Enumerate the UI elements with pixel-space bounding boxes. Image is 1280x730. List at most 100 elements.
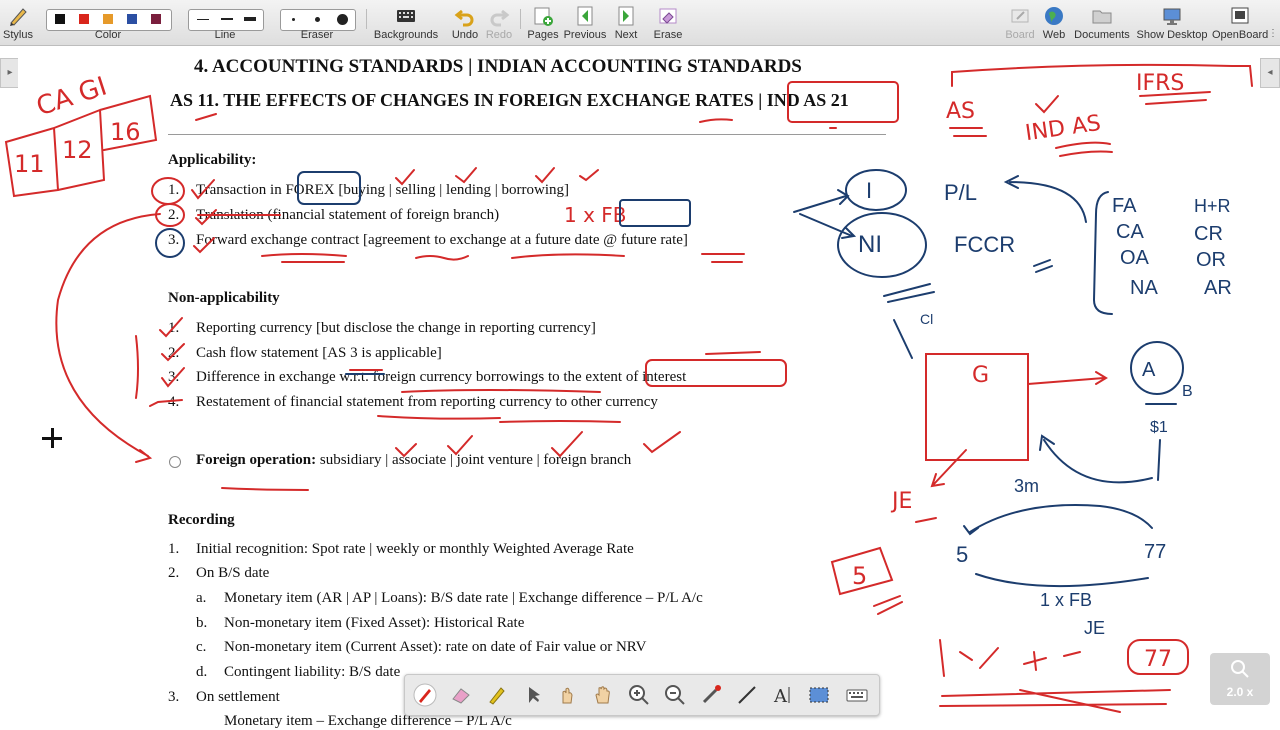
right-panel-toggle[interactable]: ◂	[1260, 58, 1280, 88]
openboard-menu-button[interactable]: OpenBoard	[1212, 0, 1268, 45]
bullet-icon	[169, 456, 181, 468]
zoom-in-tool-icon[interactable]	[627, 683, 651, 707]
list-number: 3.	[168, 232, 180, 248]
list-number: 4.	[168, 394, 180, 410]
tools-palette: A	[404, 674, 880, 716]
keyboard-grid-icon	[397, 10, 415, 22]
toolbar-separator	[520, 9, 521, 29]
capture-tool-icon[interactable]	[807, 683, 831, 707]
eraser-size-picker[interactable]: Eraser	[278, 0, 356, 45]
foreign-operation-label: Foreign operation:	[196, 452, 317, 468]
color-swatch-blue[interactable]	[127, 14, 137, 24]
show-desktop-button[interactable]: Show Desktop	[1134, 0, 1210, 45]
color-palette	[46, 9, 172, 31]
color-swatch-black[interactable]	[55, 14, 65, 24]
pen-tool-icon[interactable]	[413, 683, 437, 707]
list-number: 1.	[168, 541, 180, 557]
documents-button[interactable]: Documents	[1072, 0, 1132, 45]
list-item: On settlement	[196, 689, 280, 705]
magnifier-icon	[1231, 660, 1249, 678]
previous-page-button[interactable]: Previous	[562, 0, 608, 45]
subtitle-left: AS 11. THE EFFECTS OF CHANGES IN FOREIGN…	[170, 90, 763, 110]
pages-button[interactable]: Pages	[524, 0, 562, 45]
line-thick-option[interactable]	[244, 17, 256, 21]
zoom-indicator[interactable]: 2.0 x	[1210, 653, 1270, 705]
previous-page-icon	[577, 6, 593, 26]
list-item: Restatement of financial statement from …	[196, 394, 658, 410]
toolbar-separator	[366, 9, 367, 29]
next-page-button[interactable]: Next	[608, 0, 644, 45]
main-toolbar: Stylus Color Line Eraser Backgrounds Und…	[0, 0, 1280, 46]
list-item: Translation (financial statement of fore…	[196, 207, 500, 223]
folder-icon	[1092, 10, 1112, 24]
stylus-icon	[10, 8, 27, 26]
list-number: c.	[196, 639, 207, 655]
next-page-icon	[618, 6, 634, 26]
selector-tool-icon[interactable]	[521, 683, 545, 707]
highlighter-tool-icon[interactable]	[485, 683, 509, 707]
list-item: Cash flow statement [AS 3 is applicable]	[196, 345, 442, 361]
list-item: Forward exchange contract [agreement to …	[196, 232, 688, 248]
color-swatch-orange[interactable]	[103, 14, 113, 24]
list-item: Reporting currency [but disclose the cha…	[196, 320, 596, 336]
list-item: On B/S date	[196, 565, 270, 581]
list-number: 3.	[168, 689, 180, 705]
list-number: 2.	[168, 207, 180, 223]
board-button[interactable]: Board	[1002, 0, 1038, 45]
text-tool-icon[interactable]: A	[771, 683, 795, 707]
virtual-keyboard-icon[interactable]	[845, 683, 869, 707]
hand-pan-tool-icon[interactable]	[591, 683, 615, 707]
list-number: 2.	[168, 345, 180, 361]
play-hand-tool-icon[interactable]	[555, 683, 579, 707]
monitor-icon	[1163, 8, 1181, 25]
list-number: 2.	[168, 565, 180, 581]
list-number: 1.	[168, 182, 180, 198]
board-icon	[1011, 9, 1029, 23]
line-thin-option[interactable]	[197, 19, 209, 20]
web-button[interactable]: Web	[1040, 0, 1068, 45]
zoom-level: 2.0 x	[1226, 685, 1254, 699]
redo-icon	[490, 9, 510, 27]
window-menu-icon[interactable]: ⋮⋮	[1268, 28, 1280, 39]
list-number: d.	[196, 664, 208, 680]
eraser-medium-option[interactable]	[315, 17, 320, 22]
color-swatch-red[interactable]	[79, 14, 89, 24]
list-number: 3.	[168, 369, 180, 385]
undo-button[interactable]: Undo	[448, 0, 482, 45]
color-swatch-maroon[interactable]	[151, 14, 161, 24]
list-number: b.	[196, 615, 208, 631]
subtitle-right: IND AS 21	[766, 90, 849, 110]
page-title: 4. ACCOUNTING STANDARDS | INDIAN ACCOUNT…	[194, 56, 802, 77]
list-number: a.	[196, 590, 207, 606]
list-item: Monetary item (AR | AP | Loans): B/S dat…	[224, 590, 703, 606]
board-page[interactable]: 4. ACCOUNTING STANDARDS | INDIAN ACCOUNT…	[18, 46, 1258, 729]
add-page-icon	[534, 7, 553, 26]
left-panel-toggle[interactable]: ▸	[0, 58, 20, 88]
stylus-button[interactable]: Stylus	[0, 0, 36, 45]
color-picker[interactable]: Color	[44, 0, 172, 45]
openboard-logo-icon	[1231, 7, 1249, 24]
cursor-crosshair-icon	[42, 428, 62, 448]
line-tool-icon[interactable]	[735, 683, 759, 707]
line-width-picker[interactable]: Line	[186, 0, 264, 45]
list-item: Non-monetary item (Fixed Asset): Histori…	[224, 615, 525, 631]
redo-button[interactable]: Redo	[484, 0, 514, 45]
recording-heading: Recording	[168, 512, 235, 528]
eraser-small-option[interactable]	[292, 18, 295, 21]
laser-pointer-tool-icon[interactable]	[699, 683, 723, 707]
list-item: Contingent liability: B/S date	[224, 664, 401, 680]
eraser-large-option[interactable]	[337, 14, 348, 25]
non-applicability-heading: Non-applicability	[168, 290, 280, 306]
list-item: Initial recognition: Spot rate | weekly …	[196, 541, 634, 557]
applicability-heading: Applicability:	[168, 152, 257, 168]
zoom-out-tool-icon[interactable]	[663, 683, 687, 707]
erase-page-icon	[659, 8, 677, 24]
svg-text:A: A	[773, 686, 788, 707]
foreign-operation-line: Foreign operation: subsidiary | associat…	[196, 452, 631, 469]
backgrounds-button[interactable]: Backgrounds	[372, 0, 440, 45]
eraser-tool-icon[interactable]	[449, 683, 473, 707]
erase-page-button[interactable]: Erase	[648, 0, 688, 45]
title-rule	[168, 134, 886, 135]
list-number: 1.	[168, 320, 180, 336]
line-medium-option[interactable]	[221, 18, 233, 20]
